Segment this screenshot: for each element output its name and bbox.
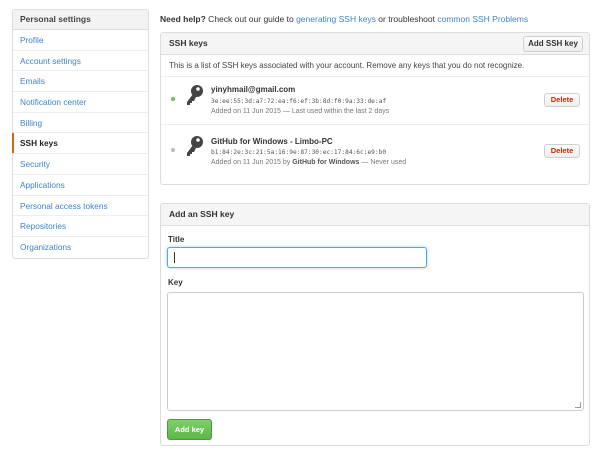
key-fingerprint: 3e:ee:55:3d:a7:72:ea:f6:ef:3b:8d:f0:9a:3…	[211, 98, 387, 105]
sidebar-header: Personal settings	[13, 10, 148, 30]
sidebar-item-organizations[interactable]: Organizations	[13, 237, 148, 258]
sidebar-item-repositories[interactable]: Repositories	[13, 216, 148, 237]
sidebar-item-emails[interactable]: Emails	[13, 71, 148, 93]
add-ssh-key-header: Add an SSH key	[161, 204, 589, 226]
resize-grip-icon[interactable]	[575, 402, 581, 408]
sidebar-item-profile[interactable]: Profile	[13, 30, 148, 51]
title-label: Title	[168, 235, 185, 244]
key-status-dot	[171, 148, 175, 152]
text-caret	[174, 252, 175, 263]
settings-sidebar: Personal settings Profile Account settin…	[12, 9, 149, 259]
key-title: GitHub for Windows - Limbo-PC	[211, 137, 333, 146]
ssh-keys-header: SSH keys Add SSH key	[161, 33, 589, 55]
add-key-button[interactable]: Add key	[167, 419, 212, 440]
key-added-info: Added on 11 Jun 2015 — Last used within …	[211, 108, 389, 115]
common-ssh-problems-link[interactable]: common SSH Problems	[437, 14, 528, 24]
generating-ssh-keys-link[interactable]: generating SSH keys	[296, 14, 376, 24]
key-added-by: GitHub for Windows	[292, 159, 360, 166]
help-prefix: Need help?	[160, 14, 206, 24]
key-added-text: Added on 11 Jun 2015 by	[211, 159, 293, 166]
help-text: Need help? Check out our guide to genera…	[160, 14, 528, 24]
ssh-keys-box: SSH keys Add SSH key This is a list of S…	[160, 32, 590, 185]
add-ssh-key-title: Add an SSH key	[169, 209, 235, 219]
key-icon	[184, 135, 204, 163]
sidebar-item-security[interactable]: Security	[13, 154, 148, 175]
sidebar-item-ssh-keys[interactable]: SSH keys	[12, 133, 148, 155]
sidebar-item-personal-access-tokens[interactable]: Personal access tokens	[13, 196, 148, 217]
ssh-keys-intro: This is a list of SSH keys associated wi…	[161, 55, 589, 77]
sidebar-item-billing[interactable]: Billing	[13, 113, 148, 134]
key-status-dot	[171, 97, 175, 101]
key-added-suffix: — Never used	[359, 159, 407, 166]
help-text-1: Check out our guide to	[205, 14, 297, 24]
sidebar-item-account-settings[interactable]: Account settings	[13, 51, 148, 72]
add-ssh-key-box: Add an SSH key Title Key Add key	[160, 203, 590, 446]
help-text-2: or troubleshoot	[375, 14, 438, 24]
ssh-key-row: yinyhmail@gmail.com 3e:ee:55:3d:a7:72:ea…	[161, 77, 589, 125]
key-label: Key	[168, 278, 183, 287]
key-added-text: Added on 11 Jun 2015 — Last used within …	[211, 108, 390, 115]
title-input[interactable]	[167, 247, 427, 268]
sidebar-item-applications[interactable]: Applications	[13, 175, 148, 196]
delete-key-button[interactable]: Delete	[544, 144, 580, 158]
add-ssh-key-button[interactable]: Add SSH key	[523, 36, 583, 52]
key-fingerprint: b1:84:2e:3c:21:5a:16:9e:87:30:ec:17:84:6…	[211, 149, 387, 156]
delete-key-button[interactable]: Delete	[544, 93, 580, 107]
sidebar-item-notification-center[interactable]: Notification center	[13, 92, 148, 113]
key-icon	[184, 84, 204, 112]
key-title: yinyhmail@gmail.com	[211, 85, 296, 94]
key-textarea[interactable]	[167, 292, 584, 411]
key-added-info: Added on 11 Jun 2015 by GitHub for Windo…	[211, 159, 406, 166]
ssh-key-row: GitHub for Windows - Limbo-PC b1:84:2e:3…	[161, 125, 589, 175]
